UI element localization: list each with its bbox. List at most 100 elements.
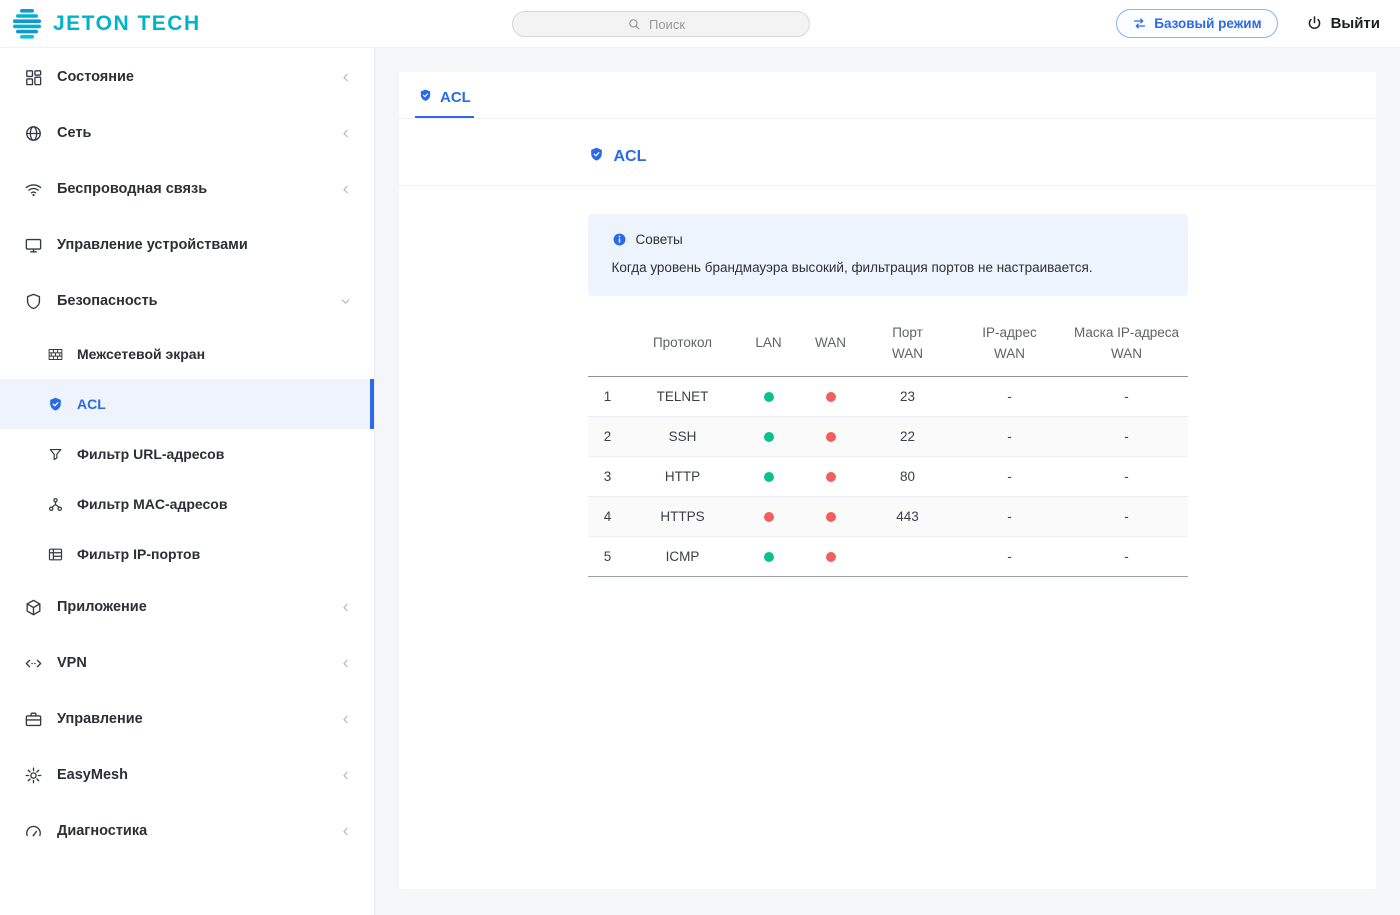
sidebar-item-firewall[interactable]: Межсетевой экран <box>0 329 374 379</box>
sidebar-item-security[interactable]: Безопасность <box>0 273 374 329</box>
chevron-left-icon <box>339 657 352 670</box>
mask-wan-cell: - <box>1066 536 1188 576</box>
column-header: LAN <box>738 312 800 376</box>
lan-status-cell <box>738 536 800 576</box>
app-icon <box>24 598 43 617</box>
protocol-cell: HTTPS <box>628 496 738 536</box>
sidebar-item-acl[interactable]: ACL <box>0 379 374 429</box>
sidebar-item-label: Фильтр URL-адресов <box>77 446 224 462</box>
table-row: 3HTTP80-- <box>588 456 1188 496</box>
power-icon <box>1306 15 1323 32</box>
sidebar-item-management[interactable]: Управление <box>0 691 374 747</box>
swap-icon <box>1132 16 1147 31</box>
status-dot-off <box>826 432 836 442</box>
lan-status-cell <box>738 376 800 416</box>
lan-status-cell <box>738 416 800 456</box>
firewall-icon <box>47 346 64 363</box>
chevron-left-icon <box>339 769 352 782</box>
gear-icon <box>24 766 43 785</box>
chevron-left-icon <box>339 183 352 196</box>
shield-icon <box>418 88 433 107</box>
wan-status-cell <box>800 456 862 496</box>
briefcase-icon <box>24 710 43 729</box>
vpn-icon <box>24 654 43 673</box>
protocol-cell: SSH <box>628 416 738 456</box>
table-row: 4HTTPS443-- <box>588 496 1188 536</box>
logo-text: JETON TECH <box>53 12 201 36</box>
tips-text: Когда уровень брандмауэра высокий, фильт… <box>612 260 1164 275</box>
sidebar-item-ip-port-filter[interactable]: Фильтр IP-портов <box>0 529 374 579</box>
status-dot-on <box>764 472 774 482</box>
ip-wan-cell: - <box>954 496 1066 536</box>
tips-title: Советы <box>636 232 683 247</box>
dashboard-icon <box>24 68 43 87</box>
logout-label: Выйти <box>1331 15 1380 32</box>
protocol-cell: HTTP <box>628 456 738 496</box>
sidebar-item-easymesh[interactable]: EasyMesh <box>0 747 374 803</box>
mask-wan-cell: - <box>1066 456 1188 496</box>
status-dot-off <box>826 472 836 482</box>
port-wan-cell: 443 <box>862 496 954 536</box>
tab-bar: ACL <box>399 72 1376 119</box>
ports-icon <box>47 546 64 563</box>
port-wan-cell: 80 <box>862 456 954 496</box>
sidebar-item-diagnostics[interactable]: Диагностика <box>0 803 374 859</box>
header-actions: Базовый режим Выйти <box>1116 9 1400 38</box>
wan-status-cell <box>800 376 862 416</box>
table-row: 1TELNET23-- <box>588 376 1188 416</box>
wan-status-cell <box>800 536 862 576</box>
column-header: WAN <box>800 312 862 376</box>
sidebar-item-label: Фильтр IP-портов <box>77 546 200 562</box>
protocol-cell: TELNET <box>628 376 738 416</box>
mask-wan-cell: - <box>1066 496 1188 536</box>
sidebar-item-device-management[interactable]: Управление устройствами <box>0 217 374 273</box>
basic-mode-button[interactable]: Базовый режим <box>1116 9 1277 38</box>
sidebar-item-label: ACL <box>77 396 106 412</box>
protocol-cell: ICMP <box>628 536 738 576</box>
logout-button[interactable]: Выйти <box>1306 15 1380 32</box>
wan-status-cell <box>800 416 862 456</box>
shield-icon <box>588 146 605 168</box>
row-index: 3 <box>588 456 628 496</box>
wifi-icon <box>24 180 43 199</box>
sidebar-item-label: Управление устройствами <box>57 237 248 253</box>
shield-icon <box>24 292 43 311</box>
gauge-icon <box>24 822 43 841</box>
sidebar-item-application[interactable]: Приложение <box>0 579 374 635</box>
tips-panel: Советы Когда уровень брандмауэра высокий… <box>588 214 1188 296</box>
lan-status-cell <box>738 456 800 496</box>
sidebar-item-label: Диагностика <box>57 823 147 839</box>
search-input[interactable] <box>512 11 810 37</box>
acl-card: ACL ACL Советы Когда урове <box>399 72 1376 889</box>
ip-wan-cell: - <box>954 416 1066 456</box>
sidebar-item-label: Беспроводная связь <box>57 181 207 197</box>
sidebar-item-url-filter[interactable]: Фильтр URL-адресов <box>0 429 374 479</box>
search-box <box>512 11 810 37</box>
row-index: 2 <box>588 416 628 456</box>
status-dot-on <box>764 392 774 402</box>
chevron-left-icon <box>339 713 352 726</box>
status-dot-on <box>764 552 774 562</box>
chevron-left-icon <box>339 825 352 838</box>
sidebar-item-vpn[interactable]: VPN <box>0 635 374 691</box>
table-row: 5ICMP-- <box>588 536 1188 576</box>
funnel-icon <box>47 446 64 463</box>
sidebar-item-mac-filter[interactable]: Фильтр MAC-адресов <box>0 479 374 529</box>
tab-acl[interactable]: ACL <box>415 86 474 118</box>
sidebar-item-label: Управление <box>57 711 143 727</box>
port-wan-cell <box>862 536 954 576</box>
main-content: ACL ACL Советы Когда урове <box>375 48 1400 915</box>
chevron-left-icon <box>339 601 352 614</box>
chevron-left-icon <box>339 71 352 84</box>
sidebar-item-wireless[interactable]: Беспроводная связь <box>0 161 374 217</box>
ip-wan-cell: - <box>954 536 1066 576</box>
chevron-down-icon <box>339 295 352 308</box>
sidebar-item-status[interactable]: Состояние <box>0 49 374 105</box>
mask-wan-cell: - <box>1066 416 1188 456</box>
status-dot-off <box>826 512 836 522</box>
sidebar-item-label: EasyMesh <box>57 767 128 783</box>
port-wan-cell: 23 <box>862 376 954 416</box>
sidebar-item-network[interactable]: Сеть <box>0 105 374 161</box>
status-dot-off <box>826 552 836 562</box>
section-header: ACL <box>399 119 1376 186</box>
